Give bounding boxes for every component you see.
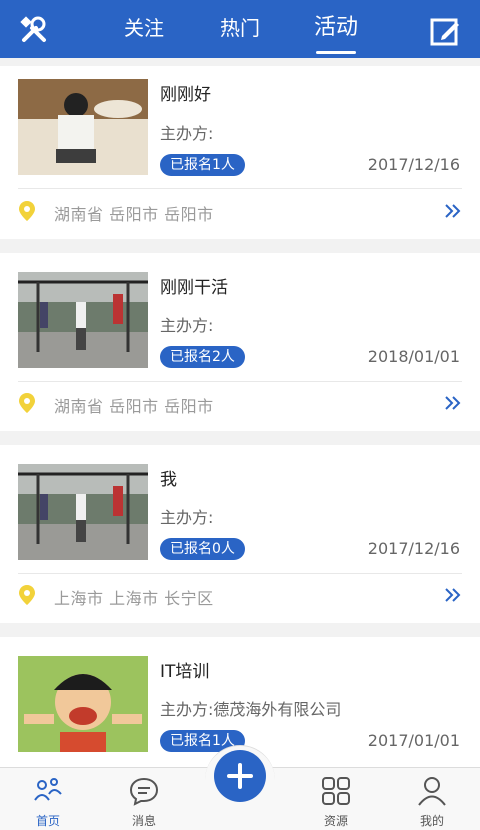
activity-title: 刚刚干活 (160, 278, 228, 298)
activity-thumbnail (18, 79, 148, 175)
active-tab-indicator (316, 51, 356, 54)
activity-location: 湖南省 岳阳市 岳阳市 (54, 397, 214, 416)
tab-follow[interactable]: 关注 (114, 14, 174, 42)
message-icon (129, 777, 159, 806)
nav-home[interactable]: 首页 (13, 768, 83, 830)
activity-title: IT培训 (160, 662, 210, 682)
activity-card[interactable]: 刚刚好 主办方: 已报名1人 2017/12/16 湖南省 岳阳市 岳阳市 (0, 66, 480, 239)
activity-organizer: 主办方: (160, 124, 214, 143)
activity-title: 刚刚好 (160, 85, 211, 105)
nav-label: 消息 (131, 814, 156, 828)
activity-thumbnail (18, 272, 148, 368)
activity-thumbnail (18, 656, 148, 752)
activity-organizer: 主办方: (160, 316, 214, 335)
plus-icon[interactable] (214, 750, 266, 802)
grid-icon (322, 777, 350, 805)
activity-organizer: 主办方: (160, 508, 214, 527)
double-chevron-right-icon[interactable] (444, 395, 462, 411)
edit-icon[interactable] (428, 14, 462, 48)
activity-organizer: 主办方:德茂海外有限公司 (160, 700, 342, 719)
activity-card[interactable]: 刚刚干活 主办方: 已报名2人 2018/01/01 湖南省 岳阳市 岳阳市 (0, 253, 480, 431)
signup-badge: 已报名1人 (160, 154, 245, 176)
signup-badge: 已报名2人 (160, 346, 245, 368)
location-pin-icon (19, 201, 35, 221)
activity-location: 湖南省 岳阳市 岳阳市 (54, 205, 214, 224)
nav-label: 我的 (419, 814, 444, 828)
location-pin-icon (19, 393, 35, 413)
profile-icon (418, 777, 446, 806)
activity-date: 2017/12/16 (367, 155, 460, 174)
tools-icon[interactable] (18, 14, 50, 46)
activity-thumbnail (18, 464, 148, 560)
location-pin-icon (19, 585, 35, 605)
tab-hot[interactable]: 热门 (210, 14, 270, 42)
activity-date: 2017/01/01 (367, 731, 460, 750)
divider (18, 188, 462, 189)
activity-title: 我 (160, 470, 177, 490)
divider (18, 381, 462, 382)
activity-card[interactable]: 我 主办方: 已报名0人 2017/12/16 上海市 上海市 长宁区 (0, 445, 480, 623)
home-icon (34, 778, 62, 801)
double-chevron-right-icon[interactable] (444, 203, 462, 219)
tab-activity[interactable]: 活动 (306, 14, 366, 42)
top-bar: 关注 热门 活动 (0, 0, 480, 58)
nav-resources[interactable]: 资源 (301, 768, 371, 830)
activity-location: 上海市 上海市 长宁区 (54, 589, 214, 608)
signup-badge: 已报名0人 (160, 538, 245, 560)
divider (18, 573, 462, 574)
activity-date: 2017/12/16 (367, 539, 460, 558)
nav-label: 资源 (323, 814, 348, 828)
activity-date: 2018/01/01 (367, 347, 460, 366)
nav-label: 首页 (35, 814, 60, 828)
nav-profile[interactable]: 我的 (397, 768, 467, 830)
nav-messages[interactable]: 消息 (109, 768, 179, 830)
double-chevron-right-icon[interactable] (444, 587, 462, 603)
